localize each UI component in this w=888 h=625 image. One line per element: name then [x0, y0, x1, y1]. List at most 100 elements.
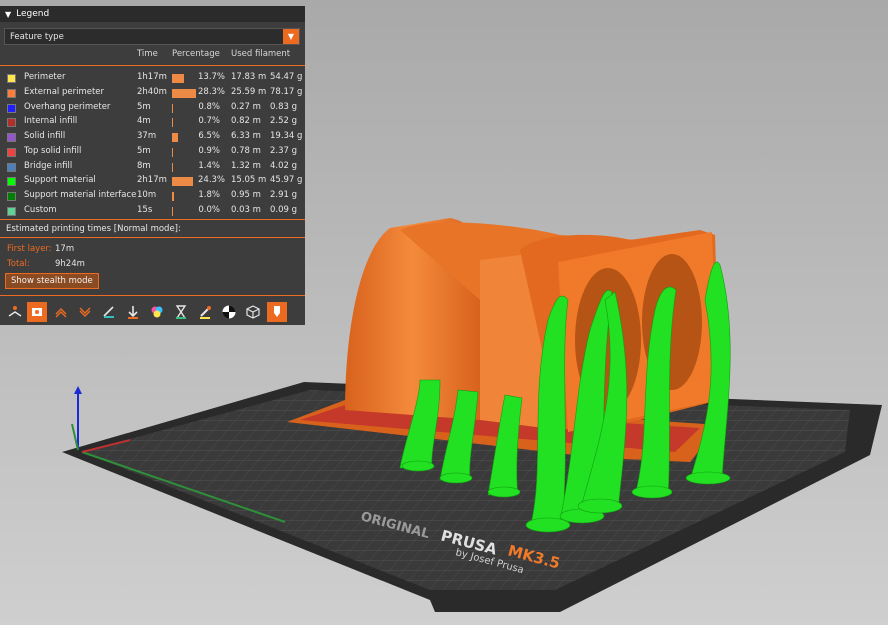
percentage-bar	[172, 118, 173, 128]
color-swatch	[7, 133, 16, 142]
wipe-icon[interactable]	[27, 302, 47, 322]
column-header-time: Time	[137, 49, 158, 59]
legend-row[interactable]: Custom 15s 0.0% 0.03 m 0.09 g	[0, 204, 305, 219]
feature-weight: 2.91 g	[270, 190, 298, 200]
custom-gcodes-icon[interactable]	[195, 302, 215, 322]
feature-weight: 45.97 g	[270, 175, 303, 186]
percentage-bar	[172, 162, 174, 172]
legend-row[interactable]: Internal infill 4m 0.7% 0.82 m 2.52 g	[0, 115, 305, 130]
feature-percentage: 0.7%	[198, 116, 220, 127]
feature-weight: 2.37 g	[270, 145, 298, 156]
tool-changes-icon[interactable]	[123, 302, 143, 322]
shells-icon[interactable]	[243, 302, 263, 322]
chevron-down-icon[interactable]: ▼	[283, 29, 299, 44]
feature-weight: 0.09 g	[270, 204, 298, 215]
column-header-used-filament: Used filament	[231, 49, 291, 59]
legend-header[interactable]: ▼ Legend	[0, 6, 305, 22]
feature-name: Top solid infill	[24, 145, 82, 156]
legend-row[interactable]: External perimeter 2h40m 28.3% 25.59 m 78.17…	[0, 86, 305, 101]
column-header-percentage: Percentage	[172, 49, 220, 59]
color-changes-icon[interactable]	[147, 302, 167, 322]
percentage-bar	[172, 88, 196, 98]
color-swatch	[7, 103, 16, 113]
legend-row[interactable]: Bridge infill 8m 1.4% 1.32 m 4.02 g	[0, 160, 305, 175]
feature-length: 6.33 m	[231, 131, 261, 141]
feature-time: 5m	[137, 145, 151, 156]
center-of-gravity-icon[interactable]	[219, 302, 239, 322]
color-swatch	[7, 162, 16, 172]
legend-options-toolbar	[5, 302, 301, 324]
retractions-icon[interactable]	[51, 302, 71, 322]
feature-percentage: 24.3%	[198, 175, 226, 186]
color-swatch	[7, 192, 16, 201]
legend-row[interactable]: Solid infill 37m 6.5% 6.33 m 19.34 g	[0, 130, 305, 145]
feature-time: 1h17m	[137, 72, 167, 82]
color-swatch	[7, 177, 16, 187]
feature-time: 15s	[137, 204, 153, 215]
color-swatch	[7, 206, 16, 216]
feature-weight: 4.02 g	[270, 160, 298, 171]
feature-name: Overhang perimeter	[24, 101, 111, 112]
feature-length: 0.78 m	[231, 145, 261, 156]
total-label: Total:	[7, 259, 30, 269]
feature-weight: 78.17 g	[270, 86, 303, 97]
feature-weight: 19.34 g	[270, 131, 303, 141]
total-value: 9h24m	[55, 259, 85, 269]
feature-name: Perimeter	[24, 72, 66, 82]
show-stealth-mode-button[interactable]: Show stealth mode	[5, 273, 99, 289]
color-swatch	[7, 88, 16, 98]
tool-marker-icon[interactable]	[267, 302, 287, 322]
legend-separator	[0, 237, 305, 238]
feature-time: 37m	[137, 131, 157, 141]
percentage-bar	[172, 192, 174, 201]
feature-time: 2h40m	[137, 86, 167, 97]
feature-time: 8m	[137, 160, 151, 171]
legend-row[interactable]: Support material 2h17m 24.3% 15.05 m 45.97 g	[0, 174, 305, 189]
feature-length: 0.03 m	[231, 204, 261, 215]
feature-time: 5m	[137, 101, 151, 112]
legend-separator	[0, 219, 305, 220]
feature-time: 2h17m	[137, 175, 167, 186]
legend-row[interactable]: Overhang perimeter 5m 0.8% 0.27 m 0.83 g	[0, 101, 305, 116]
pause-prints-icon[interactable]	[171, 302, 191, 322]
feature-length: 0.82 m	[231, 116, 261, 127]
feature-name: Support material	[24, 175, 96, 186]
feature-percentage: 28.3%	[198, 86, 226, 97]
percentage-bar	[172, 147, 173, 157]
view-type-select-value: Feature type	[10, 31, 64, 42]
feature-length: 25.59 m	[231, 86, 267, 97]
seams-icon[interactable]	[99, 302, 119, 322]
legend-separator	[0, 65, 305, 66]
feature-name: Bridge infill	[24, 160, 73, 171]
first-layer-label: First layer:	[7, 244, 52, 254]
percentage-bar	[172, 133, 178, 142]
percentage-bar	[172, 74, 184, 83]
percentage-bar	[172, 103, 173, 113]
feature-length: 0.27 m	[231, 101, 261, 112]
feature-weight: 0.83 g	[270, 101, 298, 112]
feature-name: External perimeter	[24, 86, 105, 97]
collapse-triangle-icon[interactable]: ▼	[5, 10, 11, 19]
feature-name: Internal infill	[24, 116, 78, 127]
travel-icon[interactable]	[5, 302, 25, 322]
feature-time: 10m	[137, 190, 157, 200]
estimated-times-title: Estimated printing times [Normal mode]:	[6, 224, 181, 234]
feature-percentage: 0.0%	[198, 204, 220, 215]
feature-length: 15.05 m	[231, 175, 267, 186]
feature-percentage: 1.4%	[198, 160, 220, 171]
deretractions-icon[interactable]	[75, 302, 95, 322]
feature-percentage: 6.5%	[198, 131, 220, 141]
percentage-bar	[172, 206, 173, 216]
feature-percentage: 0.8%	[198, 101, 220, 112]
legend-row[interactable]: Support material interface 10m 1.8% 0.95 m 2…	[0, 189, 305, 204]
legend-row[interactable]: Perimeter 1h17m 13.7% 17.83 m 54.47 g	[0, 71, 305, 86]
feature-length: 0.95 m	[231, 190, 261, 200]
legend-title: Legend	[16, 9, 50, 19]
legend-separator	[0, 295, 305, 296]
feature-weight: 2.52 g	[270, 116, 298, 127]
feature-percentage: 1.8%	[198, 190, 220, 200]
feature-length: 1.32 m	[231, 160, 261, 171]
feature-length: 17.83 m	[231, 72, 267, 82]
legend-row[interactable]: Top solid infill 5m 0.9% 0.78 m 2.37 g	[0, 145, 305, 160]
view-type-select[interactable]: Feature type ▼	[4, 28, 300, 45]
